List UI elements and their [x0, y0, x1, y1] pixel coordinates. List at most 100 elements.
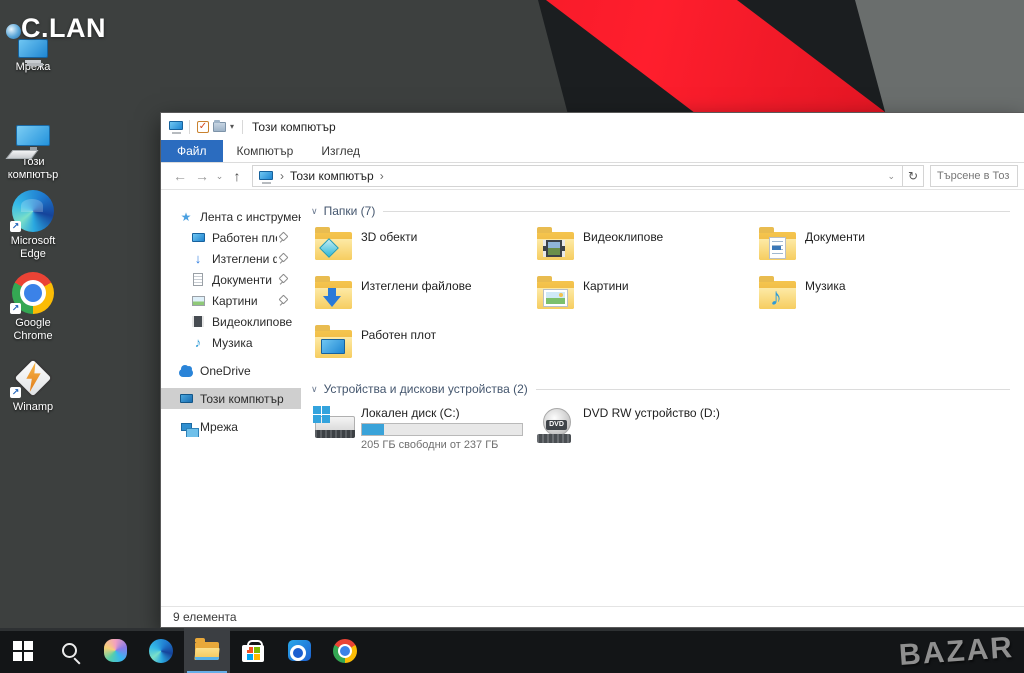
sidebar-item-videos[interactable]: Видеоклипове [161, 311, 301, 332]
shortcut-arrow-icon: ↗ [10, 303, 21, 314]
this-pc-icon [179, 392, 193, 406]
start-button[interactable] [0, 628, 46, 673]
taskbar-store-button[interactable] [230, 628, 276, 673]
drive-tile-local-disk-c[interactable]: Локален диск (C:) 205 ГБ свободни от 237… [313, 404, 535, 451]
forward-button[interactable]: → [191, 168, 213, 184]
downloads-icon [191, 252, 205, 266]
back-button[interactable]: ← [169, 168, 191, 184]
site-watermark-top: C.LAN [21, 13, 106, 43]
network-icon [179, 420, 199, 437]
documents-icon [191, 273, 205, 287]
sidebar-item-pictures[interactable]: Картини [161, 290, 301, 311]
taskbar-search-button[interactable] [46, 628, 92, 673]
desktop-icon-winamp[interactable]: ↗ Winamp [0, 352, 66, 414]
taskbar-chrome-button[interactable] [322, 628, 368, 673]
pin-icon [277, 296, 287, 306]
folder-tile-downloads[interactable]: Изтеглени файлове [313, 274, 535, 323]
download-arrow-icon [323, 288, 341, 308]
navigation-pane: Лента с инструменти Работен плот Изтегле… [161, 190, 301, 606]
new-folder-quick-icon[interactable] [211, 119, 227, 135]
folder-tile-videos[interactable]: Видеоклипове [535, 225, 757, 274]
desktop-icon-label: Microsoft Edge [10, 235, 56, 260]
taskbar-file-explorer-button[interactable] [184, 628, 230, 673]
quick-access-toolbar-dropdown-icon[interactable]: ▾ [230, 122, 234, 131]
navigation-bar: ← → ⌄ ↑ › Този компютър › ⌄ ↻ [161, 163, 1024, 190]
hard-drive-icon [313, 404, 359, 448]
videos-icon [191, 315, 205, 329]
folder-tile-documents[interactable]: Документи [757, 225, 979, 274]
sidebar-item-quick-access[interactable]: Лента с инструменти [161, 206, 301, 227]
refresh-button[interactable]: ↻ [903, 165, 924, 187]
file-explorer-window: ✓ ▾ Този компютър Файл Компютър Изглед ←… [160, 112, 1024, 628]
title-bar[interactable]: ✓ ▾ Този компютър [161, 113, 1024, 140]
folder-tile-music[interactable]: ♪ Музика [757, 274, 979, 323]
monitor-icon [321, 339, 345, 354]
taskbar-edge-button[interactable] [138, 628, 184, 673]
sidebar-item-desktop[interactable]: Работен плот [161, 227, 301, 248]
tab-file[interactable]: Файл [161, 140, 223, 162]
microsoft-store-icon [242, 639, 264, 662]
file-explorer-icon [194, 637, 220, 660]
taskbar-outlook-button[interactable] [276, 628, 322, 673]
collapse-chevron-icon[interactable]: ∨ [311, 206, 318, 217]
desktop-folder-icon [191, 231, 205, 245]
breadcrumb-separator: › [280, 169, 284, 183]
desktop-icon-this-pc[interactable]: Този компютър [0, 100, 66, 182]
pin-icon [277, 233, 287, 243]
search-icon [61, 643, 77, 658]
sidebar-item-onedrive[interactable]: OneDrive [161, 360, 301, 381]
sidebar-item-downloads[interactable]: Изтеглени файл [161, 248, 301, 269]
computer-icon [0, 100, 66, 151]
onedrive-icon [179, 364, 193, 378]
group-header-devices[interactable]: ∨ Устройства и дискови устройства (2) [311, 382, 1010, 396]
disk-free-space: 205 ГБ свободни от 237 ГБ [361, 439, 499, 451]
pin-icon [277, 275, 287, 285]
desktop-icon-edge[interactable]: ↗ Microsoft Edge [0, 186, 66, 261]
sidebar-item-documents[interactable]: Документи [161, 269, 301, 290]
status-bar: 9 елемента [161, 606, 1024, 627]
sidebar-item-this-pc[interactable]: Този компютър [161, 388, 301, 409]
folder-tile-desktop[interactable]: Работен плот [313, 323, 535, 372]
pin-icon [277, 254, 287, 264]
breadcrumb[interactable]: Този компютър [290, 169, 374, 183]
outlook-icon [287, 640, 311, 661]
sidebar-item-network[interactable]: Мрежа [161, 416, 301, 437]
address-dropdown-icon[interactable]: ⌄ [882, 171, 900, 182]
chrome-icon [333, 638, 357, 663]
taskbar-copilot-button[interactable] [92, 628, 138, 673]
shortcut-arrow-icon: ↗ [10, 387, 21, 398]
group-header-folders[interactable]: ∨ Папки (7) [311, 204, 1010, 218]
items-count: 9 елемента [173, 610, 237, 624]
drive-tile-dvd-rw[interactable]: DVD DVD RW устройство (D:) [535, 404, 757, 450]
dvd-badge-label: DVD [546, 420, 567, 430]
disk-usage-bar [361, 423, 523, 436]
picture-icon [544, 290, 567, 306]
globe-icon [6, 24, 21, 39]
sidebar-item-music[interactable]: ♪ Музика [161, 332, 301, 353]
folder-tile-pictures[interactable]: Картини [535, 274, 757, 323]
music-note-icon: ♪ [770, 284, 782, 311]
chrome-icon: ↗ [0, 268, 66, 314]
properties-quick-icon[interactable]: ✓ [195, 119, 211, 135]
explorer-window-icon [168, 119, 184, 135]
folder-tile-3d-objects[interactable]: 3D обекти [313, 225, 535, 274]
desktop-icon-label: Този компютър [7, 156, 59, 181]
recent-locations-icon[interactable]: ⌄ [213, 171, 226, 182]
desktop-icon-chrome[interactable]: ↗ Google Chrome [0, 268, 66, 343]
edge-icon [149, 638, 173, 663]
breadcrumb-separator[interactable]: › [380, 169, 384, 183]
taskbar [0, 628, 1024, 673]
desktop-icon-label: Google Chrome [13, 317, 53, 342]
up-button[interactable]: ↑ [226, 168, 248, 184]
tab-computer[interactable]: Компютър [223, 140, 308, 162]
drive-label: Локален диск (C:) [361, 406, 460, 420]
document-icon [769, 237, 786, 259]
windows-logo-icon [13, 640, 33, 661]
collapse-chevron-icon[interactable]: ∨ [311, 384, 318, 395]
winamp-icon: ↗ [0, 352, 66, 400]
address-bar[interactable]: › Този компютър › ⌄ [252, 165, 903, 187]
dvd-drive-icon: DVD [535, 404, 581, 448]
drive-label: DVD RW устройство (D:) [583, 406, 720, 420]
tab-view[interactable]: Изглед [307, 140, 374, 162]
search-input[interactable] [930, 165, 1018, 187]
